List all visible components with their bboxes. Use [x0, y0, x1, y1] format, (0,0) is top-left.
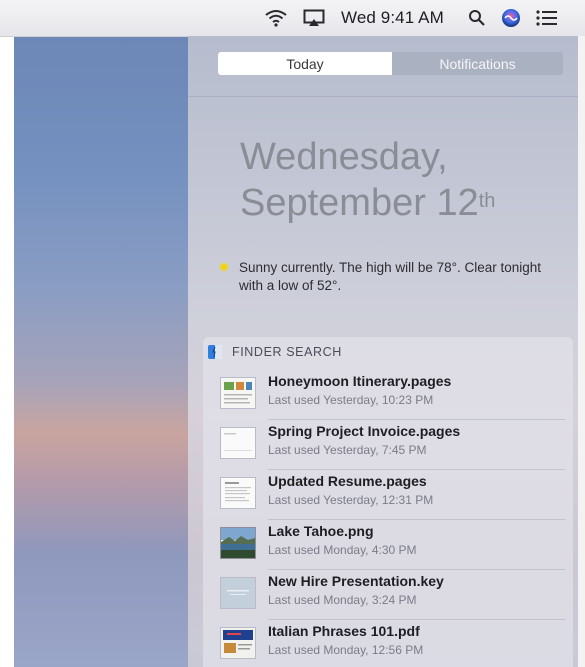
file-name: Updated Resume.pages — [268, 473, 427, 489]
tab-notifications[interactable]: Notifications — [392, 52, 563, 75]
file-name: Spring Project Invoice.pages — [268, 423, 461, 439]
finder-icon — [208, 345, 222, 359]
screen-edge — [0, 36, 14, 667]
weather-summary: Sunny currently. The high will be 78°. C… — [239, 260, 542, 293]
siri-icon[interactable] — [501, 0, 521, 36]
notification-center-icon[interactable] — [536, 0, 558, 36]
desktop-wallpaper — [14, 36, 188, 667]
tab-today[interactable]: Today — [218, 52, 392, 75]
list-item[interactable]: New Hire Presentation.key Last used Mond… — [220, 570, 565, 620]
spotlight-icon[interactable] — [468, 0, 486, 36]
date-month-day-line: September 12th — [240, 180, 570, 226]
widget-title: FINDER SEARCH — [232, 345, 342, 359]
today-date: Wednesday, September 12th — [240, 134, 570, 226]
file-last-used: Last used Yesterday, 12:31 PM — [268, 493, 434, 507]
file-last-used: Last used Yesterday, 7:45 PM — [268, 443, 427, 457]
list-item[interactable]: Lake Tahoe.png Last used Monday, 4:30 PM — [220, 520, 565, 570]
file-name: Honeymoon Itinerary.pages — [268, 373, 452, 389]
pages-document-thumbnail — [220, 377, 256, 409]
file-last-used: Last used Monday, 4:30 PM — [268, 543, 417, 557]
date-month-day: September 12 — [240, 182, 479, 224]
airplay-icon[interactable] — [303, 0, 325, 36]
file-name: Lake Tahoe.png — [268, 523, 374, 539]
screen: Wed 9:41 AM Today Notifications Wednesda… — [0, 0, 585, 667]
file-name: Italian Phrases 101.pdf — [268, 623, 420, 639]
file-last-used: Last used Monday, 3:24 PM — [268, 593, 417, 607]
pdf-thumbnail — [220, 627, 256, 659]
file-name: New Hire Presentation.key — [268, 573, 444, 589]
list-item[interactable]: Updated Resume.pages Last used Yesterday… — [220, 470, 565, 520]
pages-document-thumbnail — [220, 477, 256, 509]
date-ordinal: th — [478, 190, 496, 212]
file-last-used: Last used Monday, 12:56 PM — [268, 643, 424, 657]
list-item[interactable]: Italian Phrases 101.pdf Last used Monday… — [220, 620, 565, 667]
panel-divider — [188, 96, 578, 97]
file-last-used: Last used Yesterday, 10:23 PM — [268, 393, 434, 407]
date-weekday: Wednesday, — [240, 136, 448, 178]
list-item[interactable]: Spring Project Invoice.pages Last used Y… — [220, 420, 565, 470]
pages-document-thumbnail — [220, 427, 256, 459]
image-thumbnail — [220, 527, 256, 559]
widget-header: FINDER SEARCH — [208, 342, 342, 362]
menu-bar-clock[interactable]: Wed 9:41 AM — [341, 0, 444, 36]
list-item[interactable]: Honeymoon Itinerary.pages Last used Yest… — [220, 370, 565, 420]
keynote-thumbnail — [220, 577, 256, 609]
wifi-icon[interactable] — [265, 0, 287, 36]
screen-edge-right — [578, 36, 585, 667]
menu-bar: Wed 9:41 AM — [0, 0, 585, 37]
view-segmented-control: Today Notifications — [218, 52, 563, 75]
sun-icon — [220, 263, 228, 271]
